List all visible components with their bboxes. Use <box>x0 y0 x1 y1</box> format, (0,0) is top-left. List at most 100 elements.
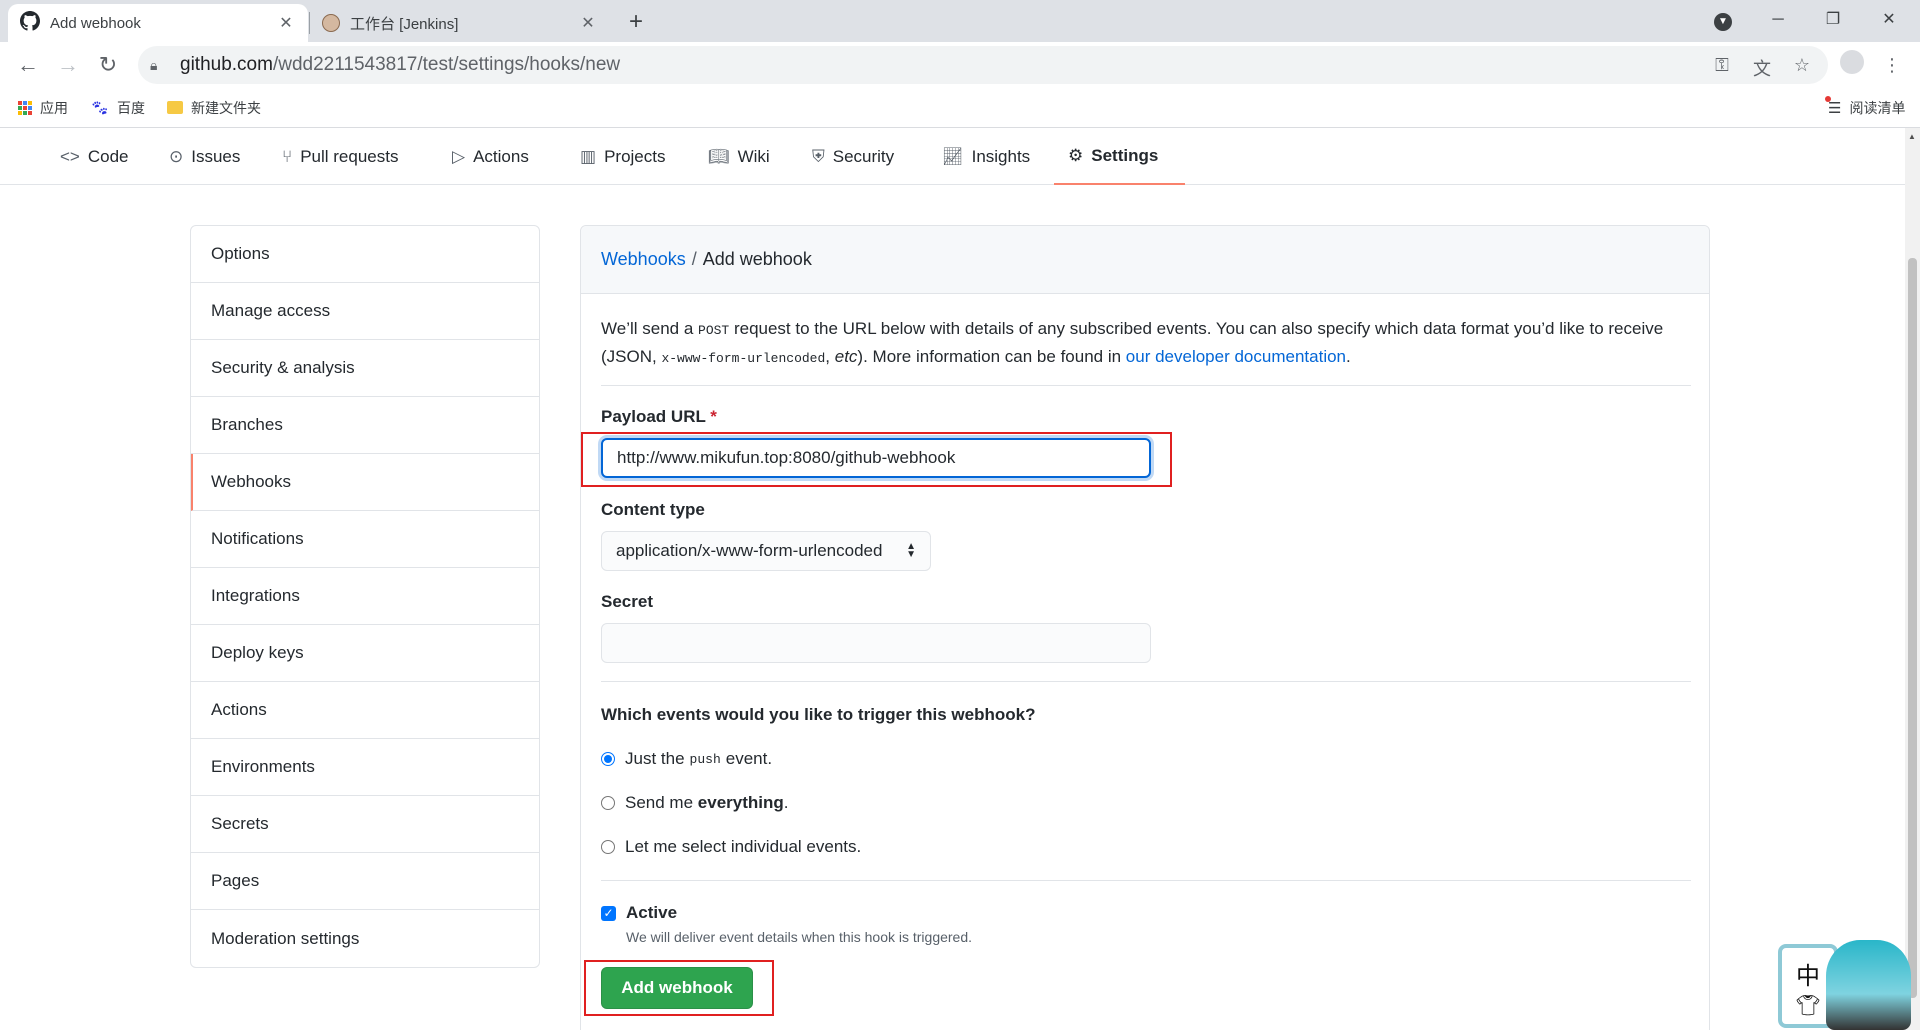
mascot-image <box>1826 940 1911 1030</box>
sidebar-item-pages[interactable]: Pages <box>191 853 539 910</box>
pull-request-icon: ⑂ <box>282 146 293 166</box>
tab-search-icon[interactable]: ▼ <box>1700 2 1746 38</box>
content-type-select[interactable]: application/x-www-form-urlencoded ▲ ▼ <box>601 531 931 571</box>
radio-individual-events[interactable]: Let me select individual events. <box>601 837 861 857</box>
reload-icon[interactable]: ↻ <box>92 49 124 81</box>
tab-title: 工作台 [Jenkins] <box>350 15 459 33</box>
sidebar-item-environments[interactable]: Environments <box>191 739 539 796</box>
bookmark-label: 百度 <box>117 99 146 116</box>
tab-label: Pull requests <box>300 146 399 166</box>
scroll-up-icon[interactable]: ▲ <box>1908 132 1916 141</box>
tab-insights[interactable]: 📈︎ Insights <box>928 128 1044 185</box>
secret-input[interactable] <box>601 623 1151 663</box>
browser-tab-jenkins[interactable]: 工作台 [Jenkins] ✕ <box>310 4 610 42</box>
reading-list[interactable]: ☰ 阅读清单 <box>1825 95 1905 118</box>
forward-icon[interactable]: → <box>52 49 84 81</box>
breadcrumb: Webhooks / Add webhook <box>581 226 1709 294</box>
lock-icon[interactable]: 🔒︎ <box>150 57 170 74</box>
tab-label: Code <box>87 146 129 166</box>
tab-label: Insights <box>971 146 1031 166</box>
browser-toolbar: ← → ↻ 🔒︎ github.com/wdd2211543817/test/s… <box>0 42 1920 88</box>
secret-label: Secret <box>601 592 653 611</box>
select-arrows-icon: ▲ ▼ <box>906 541 916 560</box>
browser-tab-active[interactable]: Add webhook ✕ <box>8 4 308 42</box>
divider <box>601 681 1691 682</box>
radio-button-checked[interactable] <box>601 752 615 766</box>
baidu-paw-icon: 🐾︎ <box>90 99 110 117</box>
menu-icon[interactable]: ⋮ <box>1877 50 1907 80</box>
sidebar-item-moderation-settings[interactable]: Moderation settings <box>191 910 539 967</box>
radio-button[interactable] <box>601 796 615 810</box>
radio-push-event[interactable]: Just the push event. <box>601 749 772 769</box>
tab-title: Add webhook <box>50 14 141 32</box>
ime-widget[interactable]: 中 👕︎ <box>1778 940 1913 1030</box>
developer-docs-link[interactable]: our developer documentation <box>1126 347 1346 366</box>
sidebar-item-options[interactable]: Options <box>191 226 539 283</box>
close-icon[interactable]: ✕ <box>276 13 296 33</box>
bookmark-baidu[interactable]: 🐾︎ 百度 <box>90 98 145 118</box>
tab-wiki[interactable]: 📖︎ Wiki <box>694 128 784 185</box>
url-text: github.com/wdd2211543817/test/settings/h… <box>180 54 621 75</box>
settings-sidebar: Options Manage access Security & analysi… <box>190 225 540 968</box>
radio-button[interactable] <box>601 840 615 854</box>
browser-tab-strip: Add webhook ✕ 工作台 [Jenkins] ✕ + ▼ ─ ❐ ✕ <box>0 0 1920 42</box>
jenkins-icon <box>322 14 340 32</box>
minimize-icon[interactable]: ─ <box>1755 2 1801 38</box>
issue-icon: ⊙ <box>169 146 184 166</box>
active-label: Active <box>626 903 678 922</box>
window-close-icon[interactable]: ✕ <box>1866 2 1912 38</box>
sidebar-item-security-analysis[interactable]: Security & analysis <box>191 340 539 397</box>
sidebar-item-deploy-keys[interactable]: Deploy keys <box>191 625 539 682</box>
sidebar-item-integrations[interactable]: Integrations <box>191 568 539 625</box>
divider <box>601 385 1691 386</box>
breadcrumb-separator: / <box>691 249 697 269</box>
tab-projects[interactable]: ▥ Projects <box>566 128 679 185</box>
translate-icon[interactable]: 文 <box>1750 55 1774 81</box>
reading-list-icon: ☰ <box>1825 95 1841 117</box>
restore-icon[interactable]: ❐ <box>1810 2 1856 38</box>
profile-icon[interactable] <box>1837 50 1867 80</box>
tab-actions[interactable]: ▷ Actions <box>438 128 543 185</box>
highlight-box-add-webhook <box>584 960 774 1016</box>
folder-icon <box>167 101 184 114</box>
page-scrollbar[interactable]: ▲ <box>1905 128 1920 1030</box>
github-icon <box>20 10 40 36</box>
required-mark: * <box>710 407 717 426</box>
sidebar-item-manage-access[interactable]: Manage access <box>191 283 539 340</box>
tab-issues[interactable]: ⊙ Issues <box>155 128 254 185</box>
bookmark-label: 新建文件夹 <box>191 99 262 116</box>
radio-everything[interactable]: Send me everything. <box>601 793 789 813</box>
sidebar-item-actions[interactable]: Actions <box>191 682 539 739</box>
back-icon[interactable]: ← <box>12 49 44 81</box>
address-bar[interactable]: 🔒︎ github.com/wdd2211543817/test/setting… <box>138 46 1828 84</box>
divider <box>601 880 1691 881</box>
tab-settings[interactable]: ⚙ Settings <box>1054 128 1185 185</box>
add-webhook-panel: Webhooks / Add webhook We’ll send a POST… <box>580 225 1710 1030</box>
bookmark-label: 应用 <box>40 99 68 116</box>
payload-url-label: Payload URL * <box>601 407 717 426</box>
tab-label: Settings <box>1091 145 1159 165</box>
sidebar-item-webhooks[interactable]: Webhooks <box>191 454 539 511</box>
repo-nav: <> Code ⊙ Issues ⑂ Pull requests ▷ Actio… <box>0 128 1905 185</box>
bookmark-folder[interactable]: 新建文件夹 <box>167 98 261 118</box>
breadcrumb-webhooks-link[interactable]: Webhooks <box>601 249 686 270</box>
scroll-thumb[interactable] <box>1908 258 1917 998</box>
close-icon[interactable]: ✕ <box>578 13 598 33</box>
tab-label: Projects <box>604 146 666 166</box>
star-icon[interactable]: ☆ <box>1790 55 1814 76</box>
events-question: Which events would you like to trigger t… <box>601 705 1036 724</box>
key-icon[interactable]: ⚿ <box>1710 55 1734 76</box>
tab-security[interactable]: ⛨ Security <box>798 128 908 185</box>
sidebar-item-branches[interactable]: Branches <box>191 397 539 454</box>
sidebar-item-secrets[interactable]: Secrets <box>191 796 539 853</box>
tab-label: Wiki <box>737 146 770 166</box>
bookmarks-bar: 应用 🐾︎ 百度 新建文件夹 ☰ 阅读清单 <box>0 88 1920 128</box>
tab-pull-requests[interactable]: ⑂ Pull requests <box>268 128 412 185</box>
active-checkbox[interactable]: ✓ <box>601 906 616 921</box>
tab-label: Issues <box>191 146 241 166</box>
graph-icon: 📈︎ <box>942 146 964 166</box>
bookmark-apps[interactable]: 应用 <box>18 98 68 118</box>
new-tab-button[interactable]: + <box>622 8 650 36</box>
tab-code[interactable]: <> Code <box>46 128 143 185</box>
sidebar-item-notifications[interactable]: Notifications <box>191 511 539 568</box>
